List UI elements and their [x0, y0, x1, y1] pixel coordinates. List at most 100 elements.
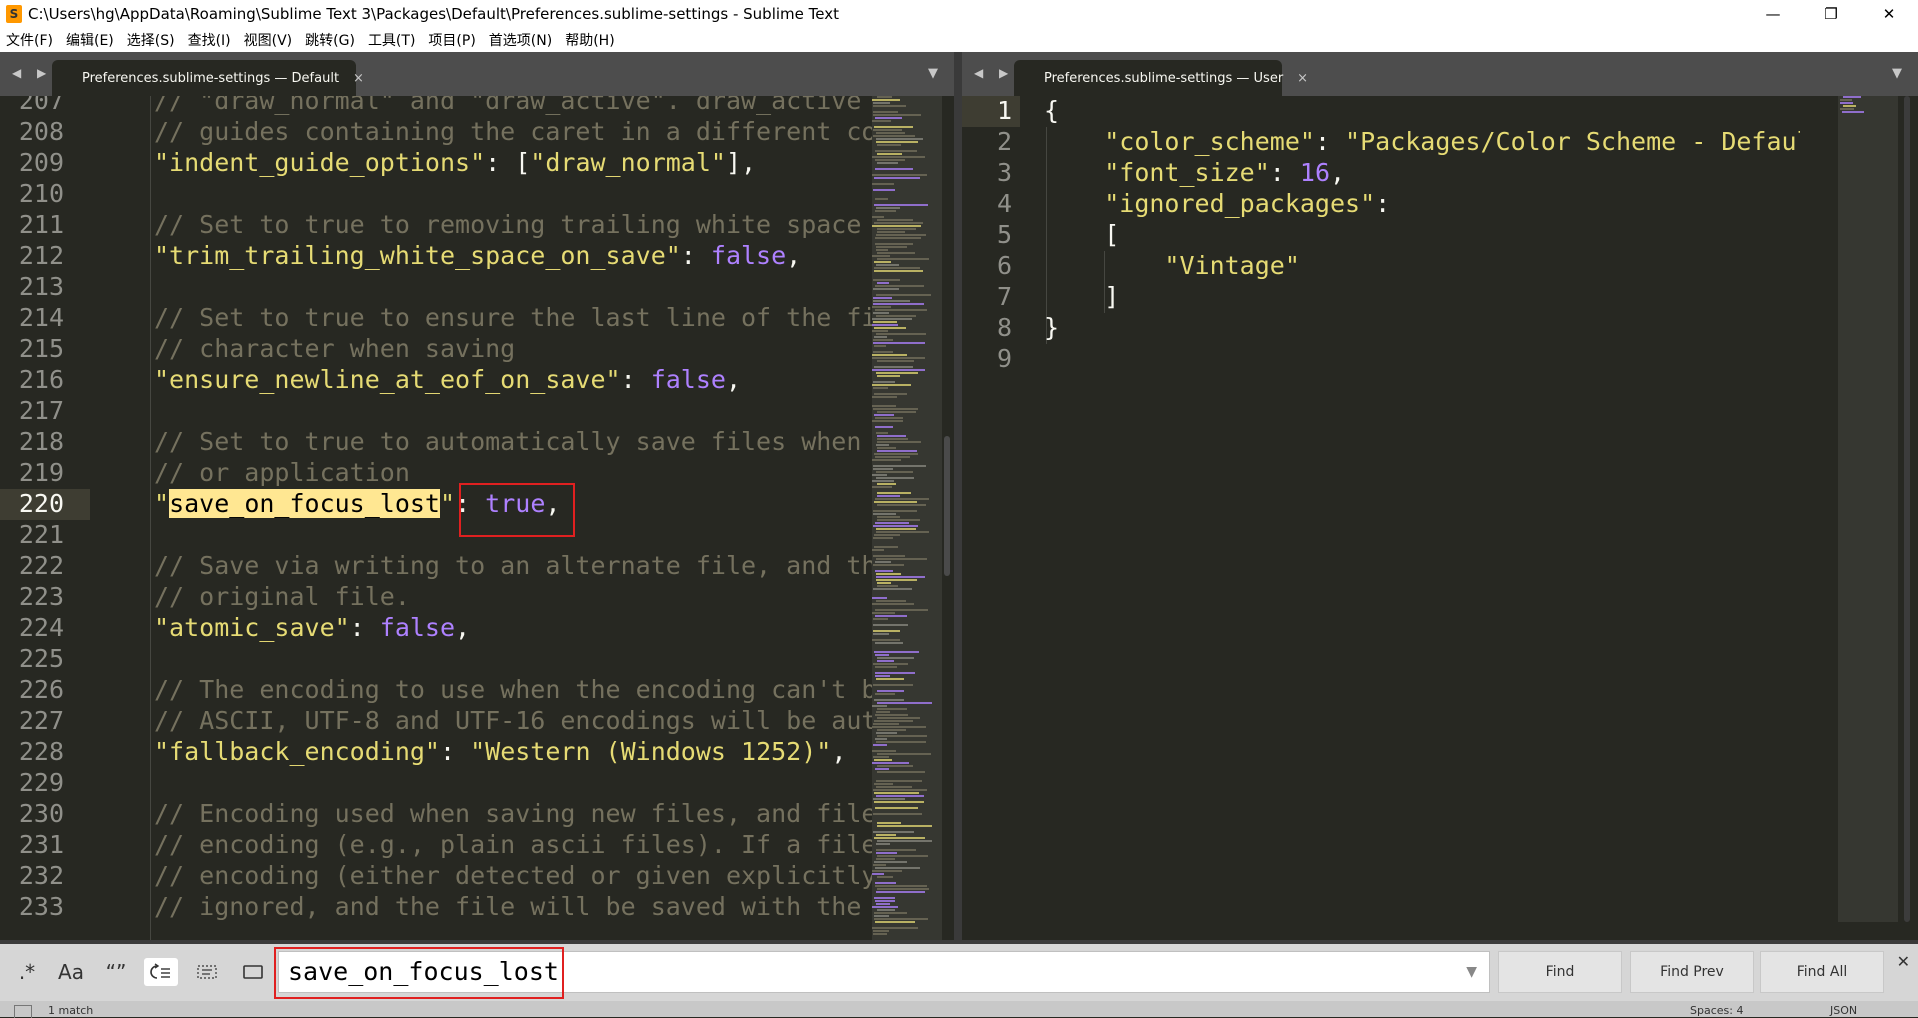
code-token: "font_size"	[1104, 158, 1270, 187]
code-line[interactable]	[154, 768, 872, 799]
minimap-line	[872, 156, 925, 158]
minimap-line	[876, 558, 927, 560]
code-line[interactable]: [	[1044, 220, 1800, 251]
minimize-button[interactable]: —	[1744, 0, 1802, 28]
code-line[interactable]: // encoding (e.g., plain ascii files). I…	[154, 830, 872, 861]
code-line[interactable]: // Set to true to removing trailing whit…	[154, 210, 872, 241]
menu-goto[interactable]: 跳转(G)	[299, 30, 362, 50]
menu-preferences[interactable]: 首选项(N)	[483, 30, 559, 50]
minimap-line	[877, 144, 901, 146]
code-line[interactable]: // Set to true to automatically save fil…	[154, 427, 872, 458]
code-line[interactable]: "fallback_encoding": "Western (Windows 1…	[154, 737, 872, 768]
code-line[interactable]: "ignored_packages":	[1044, 189, 1800, 220]
code-line[interactable]: "indent_guide_options": ["draw_normal"],	[154, 148, 872, 179]
menu-edit[interactable]: 编辑(E)	[60, 30, 121, 50]
code-line[interactable]	[154, 396, 872, 427]
menu-selection[interactable]: 选择(S)	[121, 30, 182, 50]
code-line[interactable]: }	[1044, 313, 1800, 344]
code-line[interactable]: // original file.	[154, 582, 872, 613]
minimap-line	[873, 618, 888, 620]
case-sensitive-toggle[interactable]: Aa	[54, 958, 88, 986]
code-line[interactable]	[154, 644, 872, 675]
code-line[interactable]: // guides containing the caret in a diff…	[154, 117, 872, 148]
tab-close-icon[interactable]: ×	[1297, 71, 1308, 86]
minimap-line	[873, 408, 918, 410]
code-line[interactable]: // "draw_normal" and "draw_active". draw…	[154, 96, 872, 117]
line-number: 6	[996, 251, 1012, 280]
left-editor-pane[interactable]: 207 // "draw_normal" and "draw_active". d…	[0, 96, 954, 940]
regex-toggle[interactable]: .*	[10, 958, 44, 986]
tab-nav-arrows-icon[interactable]: ◀ ▶	[12, 66, 52, 80]
line-number: 4	[996, 189, 1012, 218]
code-line[interactable]: ]	[1044, 282, 1800, 313]
indentation-status[interactable]: Spaces: 4	[1690, 1004, 1743, 1017]
find-panel-close-icon[interactable]: ✕	[1897, 952, 1910, 971]
tab-menu-icon[interactable]: ▼	[928, 66, 938, 81]
in-selection-toggle[interactable]	[190, 958, 224, 986]
panel-switcher-icon[interactable]	[14, 1005, 32, 1018]
minimap[interactable]	[1838, 96, 1898, 922]
whole-word-toggle[interactable]: “”	[99, 958, 133, 986]
menu-tools[interactable]: 工具(T)	[362, 30, 422, 50]
tab-default-settings[interactable]: Preferences.sublime-settings — Default ×	[52, 60, 364, 96]
code-line[interactable]: "Vintage"	[1044, 251, 1800, 282]
find-all-button[interactable]: Find All	[1760, 951, 1884, 993]
menu-file[interactable]: 文件(F)	[0, 30, 60, 50]
code-token: "trim_trailing_white_space_on_save"	[154, 241, 681, 270]
minimap-line	[877, 765, 913, 767]
code-line[interactable]: {	[1044, 96, 1800, 127]
syntax-status[interactable]: JSON	[1830, 1004, 1857, 1017]
code-line[interactable]: // Save via writing to an alternate file…	[154, 551, 872, 582]
code-line[interactable]: "color_scheme": "Packages/Color Scheme -…	[1044, 127, 1800, 158]
minimap-line	[877, 504, 926, 506]
code-line[interactable]: // encoding (either detected or given ex…	[154, 861, 872, 892]
find-button[interactable]: Find	[1498, 951, 1622, 993]
code-token: "Vintage"	[1164, 251, 1300, 280]
code-line[interactable]: // ASCII, UTF-8 and UTF-16 encodings wil…	[154, 706, 872, 737]
minimap-line	[873, 279, 900, 281]
line-number: 232	[18, 861, 64, 890]
minimap-line	[872, 870, 902, 872]
code-token: // or application	[154, 458, 410, 487]
menu-help[interactable]: 帮助(H)	[559, 30, 621, 50]
tab-menu-icon[interactable]: ▼	[1892, 66, 1902, 81]
minimap-line	[872, 183, 894, 185]
minimap[interactable]	[872, 96, 942, 940]
code-token: ,	[455, 613, 471, 642]
code-line[interactable]	[154, 179, 872, 210]
menu-find[interactable]: 查找(I)	[182, 30, 238, 50]
vertical-scrollbar[interactable]	[944, 436, 950, 576]
minimap-line	[872, 324, 898, 326]
minimap-line	[873, 105, 906, 107]
restore-button[interactable]: ❐	[1802, 0, 1860, 28]
find-history-dropdown-icon[interactable]: ▼	[1466, 964, 1477, 980]
code-line[interactable]: "ensure_newline_at_eof_on_save": false,	[154, 365, 872, 396]
code-line[interactable]: // ignored, and the file will be saved w…	[154, 892, 872, 923]
code-line[interactable]: "atomic_save": false,	[154, 613, 872, 644]
minimap-viewport[interactable]	[1838, 96, 1898, 922]
menu-view[interactable]: 视图(V)	[238, 30, 300, 50]
pane-divider[interactable]	[954, 52, 962, 944]
close-window-button[interactable]: ✕	[1860, 0, 1918, 28]
find-prev-button[interactable]: Find Prev	[1630, 951, 1754, 993]
code-token: "color_scheme"	[1104, 127, 1315, 156]
minimap-line	[874, 261, 891, 263]
line-number: 222	[18, 551, 64, 580]
code-line[interactable]: // Set to true to ensure the last line o…	[154, 303, 872, 334]
minimap-line	[876, 903, 890, 905]
vertical-scrollbar[interactable]	[1904, 96, 1910, 922]
code-line[interactable]: "font_size": 16,	[1044, 158, 1800, 189]
wrap-toggle[interactable]	[144, 958, 178, 986]
tab-nav-arrows-icon[interactable]: ◀ ▶	[974, 66, 1014, 80]
tab-user-settings[interactable]: Preferences.sublime-settings — User ×	[1014, 60, 1308, 96]
menu-project[interactable]: 项目(P)	[422, 30, 482, 50]
code-line[interactable]: // The encoding to use when the encoding…	[154, 675, 872, 706]
code-line[interactable]: // Encoding used when saving new files, …	[154, 799, 872, 830]
highlight-matches-toggle[interactable]	[236, 958, 270, 986]
code-line[interactable]: // character when saving	[154, 334, 872, 365]
code-line[interactable]: "trim_trailing_white_space_on_save": fal…	[154, 241, 872, 272]
code-line[interactable]	[154, 272, 872, 303]
code-line[interactable]	[1044, 344, 1800, 375]
right-editor-pane[interactable]: 1 {2 "color_scheme": "Packages/Color Sche…	[962, 96, 1918, 940]
tab-close-icon[interactable]: ×	[353, 71, 364, 86]
